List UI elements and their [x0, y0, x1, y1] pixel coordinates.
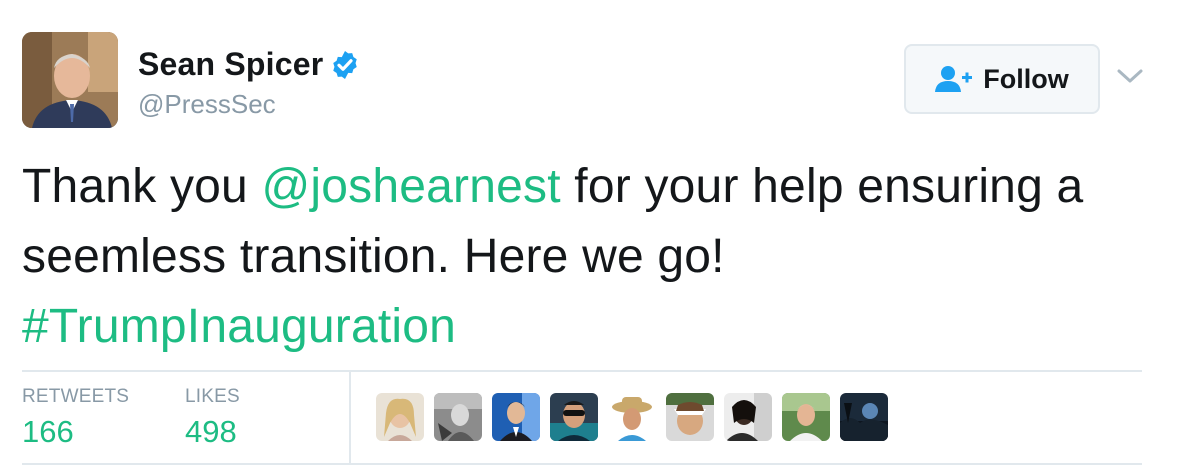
verified-badge-icon: [333, 50, 358, 79]
liker-avatar[interactable]: [840, 393, 888, 441]
follow-button-label: Follow: [983, 63, 1069, 94]
retweets-count: 166: [22, 414, 74, 449]
liker-avatar[interactable]: [666, 393, 714, 441]
retweets-stat[interactable]: RETWEETS 166: [22, 386, 129, 450]
display-name[interactable]: Sean Spicer: [138, 46, 323, 83]
retweets-label: RETWEETS: [22, 386, 130, 407]
liker-avatars: [376, 393, 888, 441]
follow-button[interactable]: Follow: [904, 44, 1100, 114]
tweet-text-part1: Thank you: [22, 160, 262, 213]
user-handle[interactable]: @PressSec: [138, 89, 276, 120]
likes-stat[interactable]: LIKES 498: [185, 386, 240, 450]
stats-bottom-divider: [22, 463, 1142, 465]
profile-avatar[interactable]: [22, 32, 118, 128]
chevron-down-icon[interactable]: [1116, 66, 1144, 86]
hashtag-link[interactable]: #TrumpInauguration: [22, 300, 456, 353]
liker-avatar[interactable]: [434, 393, 482, 441]
liker-avatar[interactable]: [782, 393, 830, 441]
tweet-text: Thank you @joshearnest for your help ens…: [22, 152, 1162, 362]
likes-label: LIKES: [185, 386, 240, 407]
liker-avatar[interactable]: [376, 393, 424, 441]
tweet-card: Sean Spicer @PressSec Follow Thank you @…: [0, 0, 1180, 468]
tweet-stats: RETWEETS 166 LIKES 498: [22, 372, 1142, 464]
mention-link[interactable]: @joshearnest: [261, 160, 560, 213]
liker-avatar[interactable]: [608, 393, 656, 441]
liker-avatar[interactable]: [724, 393, 772, 441]
follow-user-plus-icon: [935, 66, 973, 92]
liker-avatar[interactable]: [492, 393, 540, 441]
stats-separator: [349, 372, 351, 464]
user-name-row[interactable]: Sean Spicer: [138, 46, 361, 83]
liker-avatar[interactable]: [550, 393, 598, 441]
likes-count: 498: [185, 414, 237, 449]
